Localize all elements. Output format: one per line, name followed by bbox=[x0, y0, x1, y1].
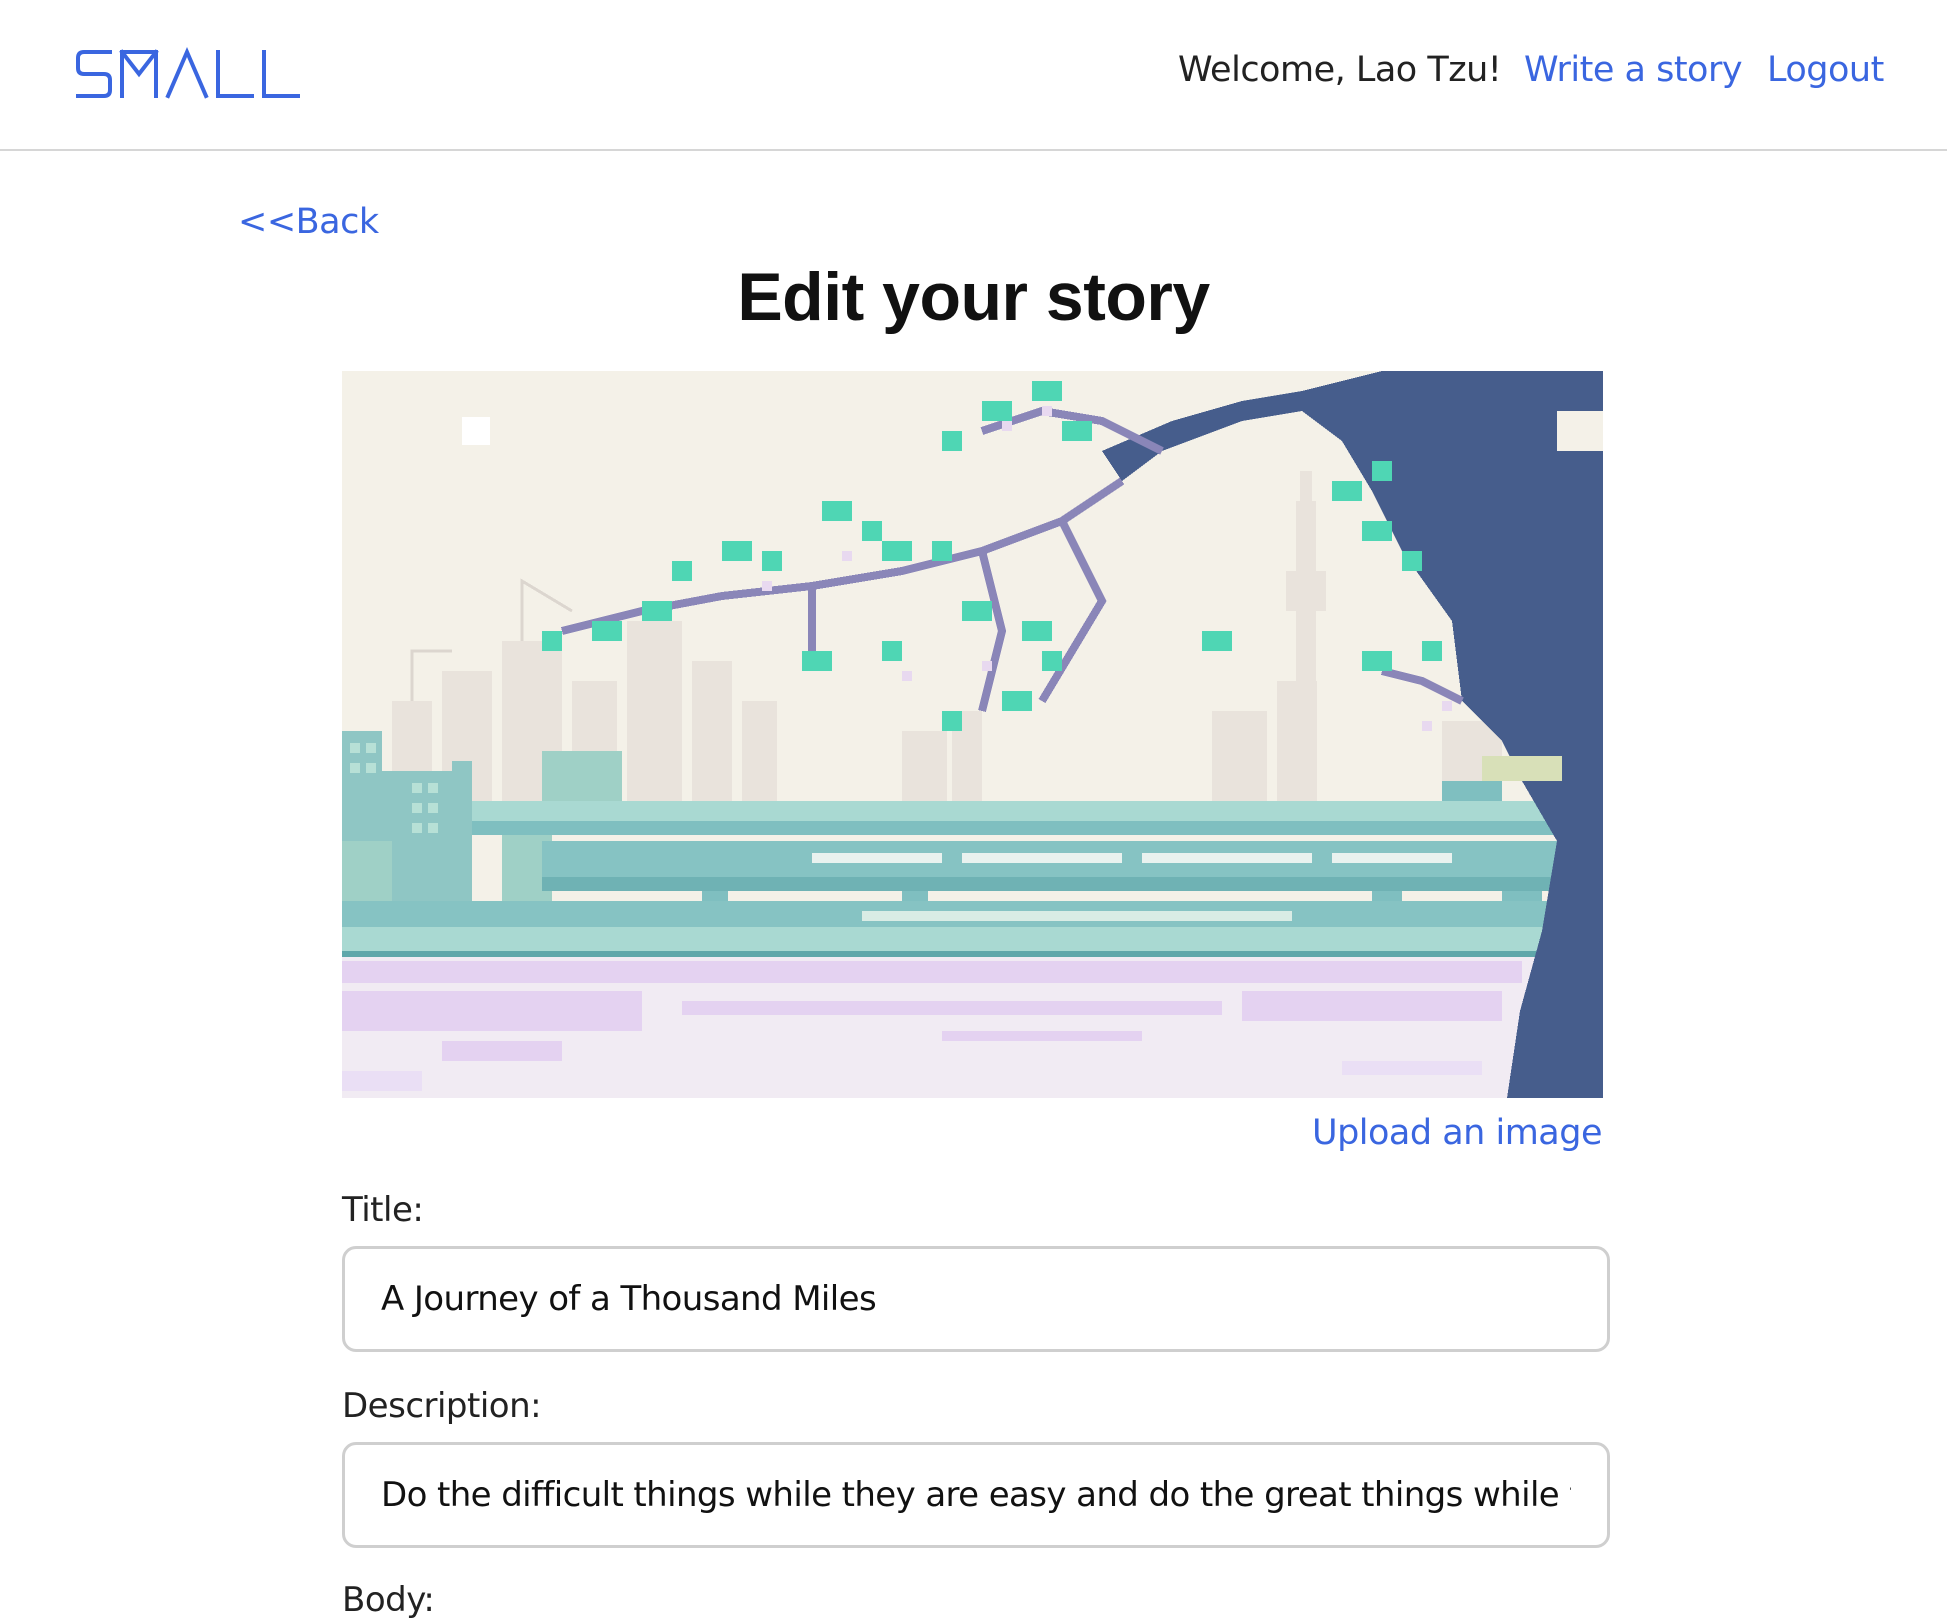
welcome-message: Welcome, Lao Tzu! bbox=[1178, 50, 1502, 90]
page-title: Edit your story bbox=[737, 259, 1210, 335]
title-label: Title: bbox=[342, 1190, 424, 1230]
top-nav-bar: Welcome, Lao Tzu! Write a story Logout bbox=[0, 0, 1947, 151]
back-link[interactable]: <<Back bbox=[238, 202, 379, 242]
cover-image bbox=[342, 371, 1603, 1098]
description-input[interactable] bbox=[342, 1442, 1610, 1548]
small-logo[interactable] bbox=[74, 44, 304, 106]
upload-image-link[interactable]: Upload an image bbox=[1312, 1113, 1603, 1153]
body-label: Body: bbox=[342, 1580, 435, 1620]
pixel-art-city-illustration bbox=[342, 371, 1603, 1098]
title-input[interactable] bbox=[342, 1246, 1610, 1352]
logout-link[interactable]: Logout bbox=[1767, 50, 1884, 90]
small-logo-mark bbox=[76, 46, 300, 99]
write-story-link[interactable]: Write a story bbox=[1524, 50, 1743, 90]
description-label: Description: bbox=[342, 1386, 542, 1426]
